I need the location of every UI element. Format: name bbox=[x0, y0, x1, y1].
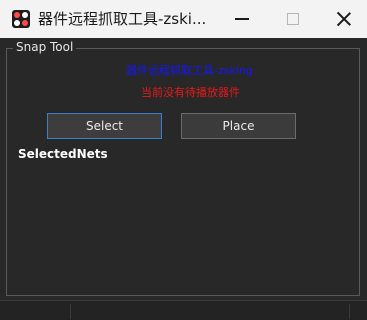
app-icon-dot-2 bbox=[22, 12, 28, 18]
minimize-icon bbox=[235, 18, 249, 20]
selected-nets-label: SelectedNets bbox=[18, 147, 108, 161]
app-icon bbox=[12, 10, 30, 28]
app-icon-dot-3 bbox=[14, 20, 20, 26]
maximize-icon bbox=[287, 13, 299, 25]
status-message: 当前没有待播放器件 bbox=[141, 86, 240, 99]
maximize-button[interactable] bbox=[270, 0, 316, 38]
close-button[interactable] bbox=[321, 0, 367, 38]
status-bar bbox=[0, 300, 367, 320]
window-title: 器件远程抓取工具-zski... bbox=[38, 10, 207, 28]
app-icon-dot-4 bbox=[22, 20, 28, 26]
group-title: Snap Tool bbox=[13, 40, 77, 55]
status-divider bbox=[70, 304, 71, 319]
status-divider bbox=[349, 304, 350, 319]
close-icon bbox=[336, 11, 352, 27]
tool-heading: 器件远程抓取工具-zsking bbox=[126, 64, 253, 77]
title-bar: 器件远程抓取工具-zski... bbox=[0, 0, 367, 38]
place-button[interactable]: Place bbox=[181, 113, 296, 139]
app-window: 器件远程抓取工具-zski... Snap Tool 器件远程抓取工具-zski… bbox=[0, 0, 367, 320]
select-button[interactable]: Select bbox=[47, 113, 162, 139]
app-icon-dot-1 bbox=[14, 12, 20, 18]
minimize-button[interactable] bbox=[219, 0, 265, 38]
